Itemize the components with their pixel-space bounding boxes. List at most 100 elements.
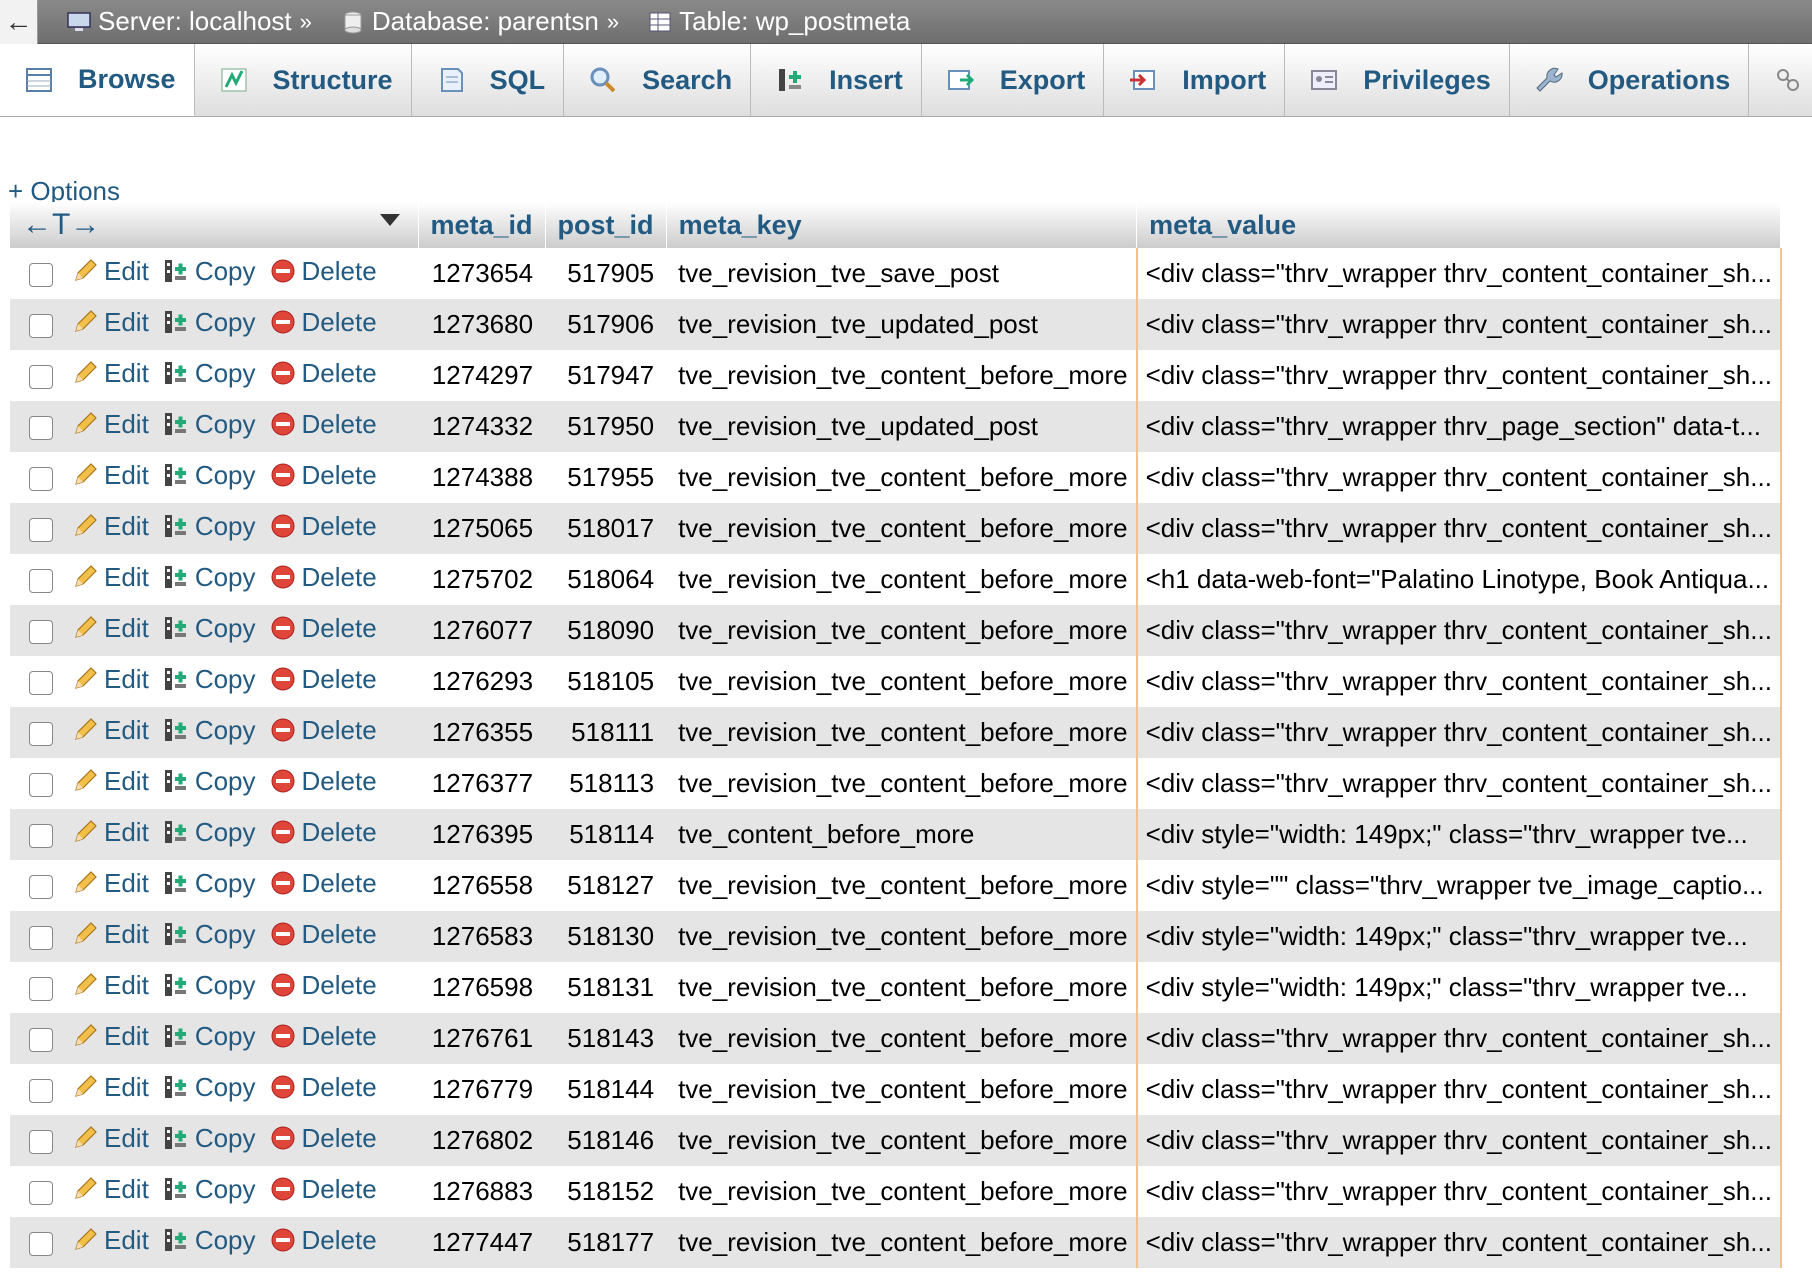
delete-button[interactable]: Delete (270, 511, 377, 542)
copy-button[interactable]: Copy (163, 613, 256, 644)
dropdown-triangle-icon[interactable] (379, 214, 400, 226)
delete-button[interactable]: Delete (270, 613, 377, 644)
tab-search[interactable]: Search (564, 44, 752, 116)
edit-button[interactable]: Edit (72, 358, 149, 389)
copy-button[interactable]: Copy (163, 1072, 256, 1103)
edit-button[interactable]: Edit (72, 256, 149, 287)
row-checkbox[interactable] (29, 875, 53, 900)
edit-button[interactable]: Edit (72, 1225, 149, 1256)
copy-button[interactable]: Copy (163, 817, 256, 848)
copy-button[interactable]: Copy (163, 358, 256, 389)
copy-button[interactable]: Copy (163, 715, 256, 746)
edit-button[interactable]: Edit (72, 409, 149, 440)
back-button[interactable]: ← (0, 0, 38, 44)
copy-button[interactable]: Copy (163, 307, 256, 338)
delete-button[interactable]: Delete (270, 256, 377, 287)
edit-button[interactable]: Edit (72, 1072, 149, 1103)
tab-tri[interactable]: Tri (1749, 44, 1812, 116)
row-checkbox[interactable] (29, 620, 53, 645)
edit-button[interactable]: Edit (72, 613, 149, 644)
breadcrumb-database[interactable]: Database: parentsn » (340, 6, 619, 37)
row-checkbox[interactable] (29, 1028, 53, 1053)
copy-button[interactable]: Copy (163, 1123, 256, 1154)
copy-button[interactable]: Copy (163, 562, 256, 593)
edit-button[interactable]: Edit (72, 1123, 149, 1154)
delete-button[interactable]: Delete (270, 358, 377, 389)
copy-button[interactable]: Copy (163, 1021, 256, 1052)
edit-button[interactable]: Edit (72, 1174, 149, 1205)
row-checkbox[interactable] (29, 263, 53, 288)
edit-button[interactable]: Edit (72, 307, 149, 338)
copy-button[interactable]: Copy (163, 256, 256, 287)
delete-button[interactable]: Delete (270, 1225, 377, 1256)
row-checkbox[interactable] (29, 365, 53, 390)
edit-button[interactable]: Edit (72, 562, 149, 593)
tab-insert[interactable]: Insert (751, 44, 922, 116)
row-checkbox[interactable] (29, 926, 53, 951)
copy-button[interactable]: Copy (163, 766, 256, 797)
edit-button[interactable]: Edit (72, 868, 149, 899)
delete-button[interactable]: Delete (270, 1123, 377, 1154)
delete-button[interactable]: Delete (270, 817, 377, 848)
tab-structure[interactable]: Structure (194, 44, 412, 116)
row-checkbox[interactable] (29, 977, 53, 1002)
delete-button[interactable]: Delete (270, 919, 377, 950)
delete-button[interactable]: Delete (270, 715, 377, 746)
tab-browse[interactable]: Browse (0, 44, 195, 116)
copy-button[interactable]: Copy (163, 1174, 256, 1205)
row-checkbox[interactable] (29, 314, 53, 339)
copy-button[interactable]: Copy (163, 1225, 256, 1256)
copy-button[interactable]: Copy (163, 409, 256, 440)
delete-button[interactable]: Delete (270, 562, 377, 593)
tab-operations[interactable]: Operations (1509, 44, 1750, 116)
tab-privileges[interactable]: Privileges (1285, 44, 1510, 116)
row-checkbox[interactable] (29, 824, 53, 849)
copy-button[interactable]: Copy (163, 460, 256, 491)
delete-button[interactable]: Delete (270, 460, 377, 491)
edit-button[interactable]: Edit (72, 664, 149, 695)
copy-button[interactable]: Copy (163, 868, 256, 899)
copy-button[interactable]: Copy (163, 919, 256, 950)
tab-sql[interactable]: SQL (411, 44, 565, 116)
edit-button[interactable]: Edit (72, 817, 149, 848)
row-checkbox[interactable] (29, 518, 53, 543)
row-checkbox[interactable] (29, 671, 53, 696)
delete-button[interactable]: Delete (270, 868, 377, 899)
delete-button[interactable]: Delete (270, 307, 377, 338)
delete-button[interactable]: Delete (270, 970, 377, 1001)
row-checkbox[interactable] (29, 1079, 53, 1104)
column-header-meta-key[interactable]: meta_key (666, 202, 1138, 248)
edit-button[interactable]: Edit (72, 1021, 149, 1052)
tab-export[interactable]: Export (921, 44, 1105, 116)
copy-button[interactable]: Copy (163, 970, 256, 1001)
column-resize-arrows[interactable]: ←T→ (22, 208, 100, 241)
row-checkbox[interactable] (29, 1181, 53, 1206)
edit-button[interactable]: Edit (72, 715, 149, 746)
breadcrumb-server[interactable]: Server: localhost » (66, 6, 312, 37)
copy-button[interactable]: Copy (163, 511, 256, 542)
delete-button[interactable]: Delete (270, 766, 377, 797)
copy-button[interactable]: Copy (163, 664, 256, 695)
row-checkbox[interactable] (29, 416, 53, 441)
row-checkbox[interactable] (29, 467, 53, 492)
column-header-meta-id[interactable]: meta_id (418, 202, 546, 248)
edit-button[interactable]: Edit (72, 766, 149, 797)
row-checkbox[interactable] (29, 1232, 53, 1257)
edit-button[interactable]: Edit (72, 511, 149, 542)
column-header-post-id[interactable]: post_id (545, 202, 667, 248)
tab-import[interactable]: Import (1104, 44, 1286, 116)
row-checkbox[interactable] (29, 1130, 53, 1155)
column-header-meta-value[interactable]: meta_value (1136, 202, 1782, 248)
delete-button[interactable]: Delete (270, 1021, 377, 1052)
delete-button[interactable]: Delete (270, 664, 377, 695)
breadcrumb-table[interactable]: Table: wp_postmeta (647, 6, 910, 37)
edit-button[interactable]: Edit (72, 460, 149, 491)
delete-button[interactable]: Delete (270, 409, 377, 440)
delete-button[interactable]: Delete (270, 1174, 377, 1205)
delete-button[interactable]: Delete (270, 1072, 377, 1103)
row-checkbox[interactable] (29, 773, 53, 798)
row-checkbox[interactable] (29, 722, 53, 747)
row-checkbox[interactable] (29, 569, 53, 594)
edit-button[interactable]: Edit (72, 970, 149, 1001)
edit-button[interactable]: Edit (72, 919, 149, 950)
